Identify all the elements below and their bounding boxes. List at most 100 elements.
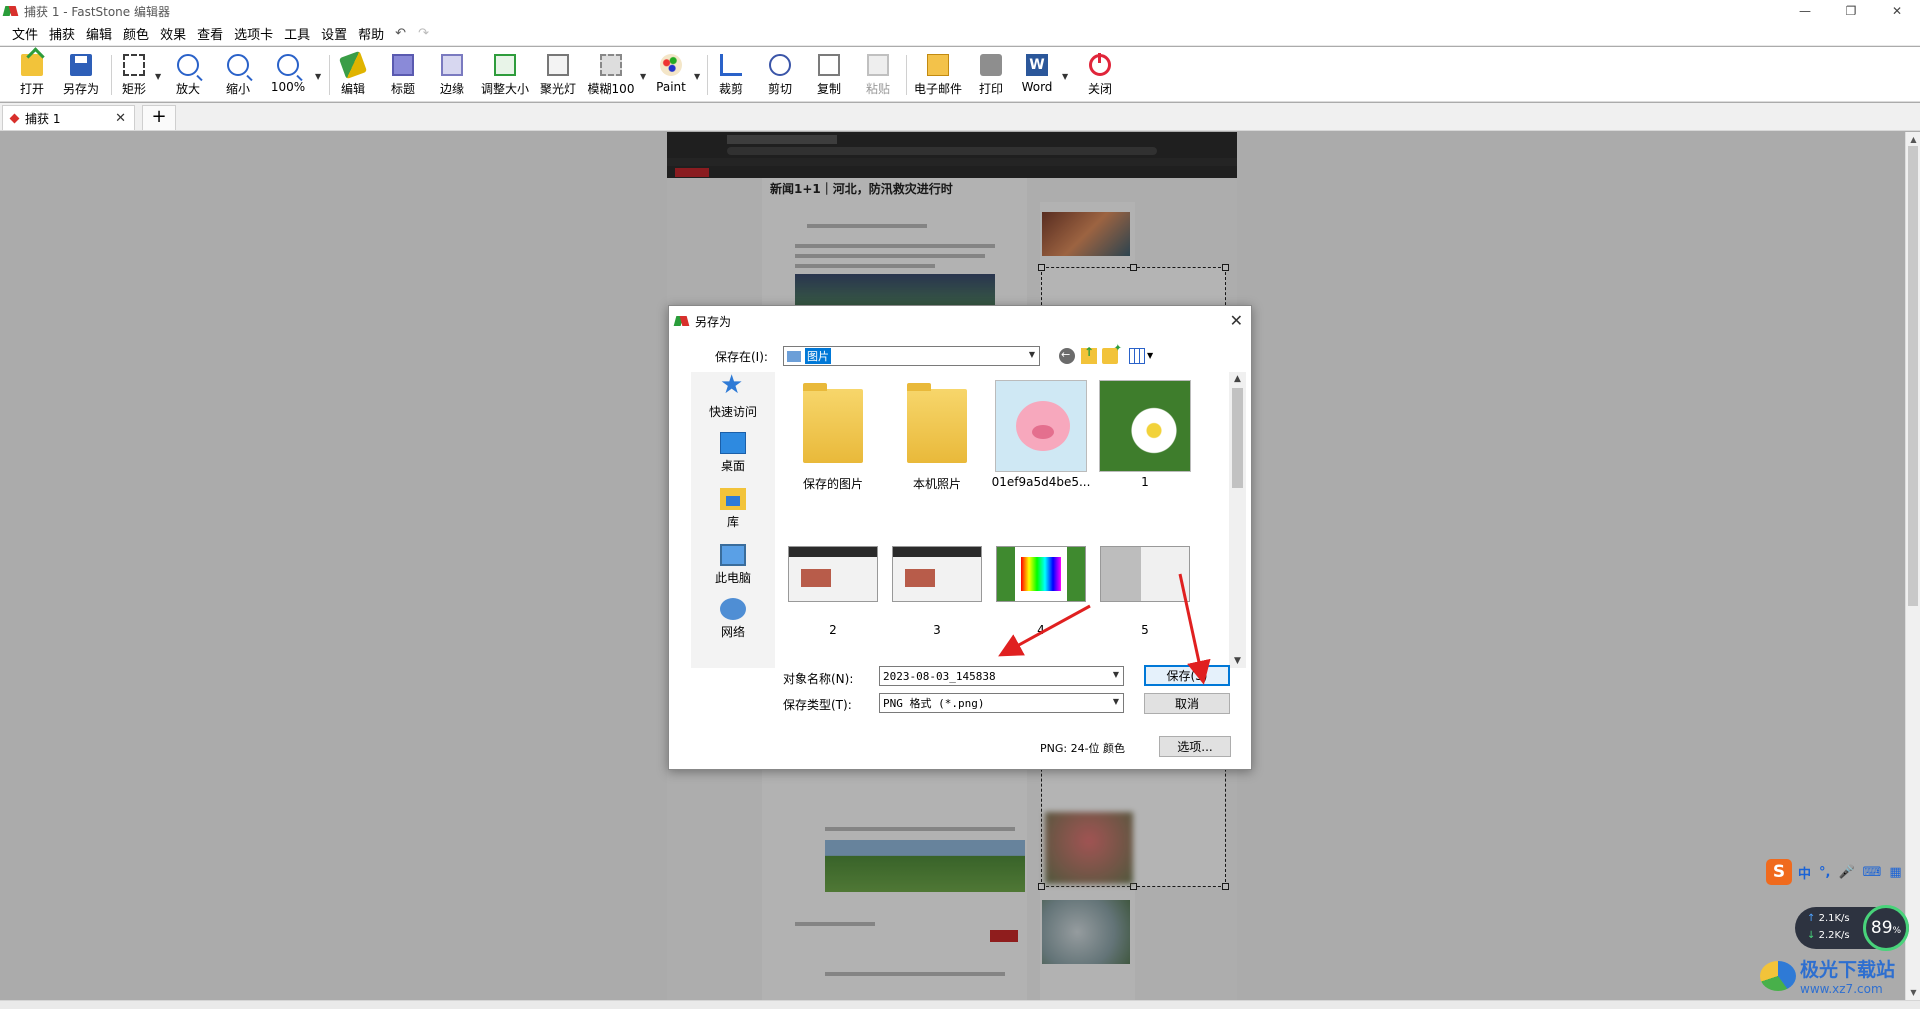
paint-dropdown-icon[interactable]: ▼	[694, 72, 700, 81]
place-quick-access[interactable]: 快速访问	[691, 370, 775, 420]
ime-mode-chinese[interactable]: 中	[1798, 863, 1811, 882]
ime-keyboard-icon[interactable]: ⌨	[1863, 865, 1882, 880]
caption-icon	[392, 54, 414, 76]
file-item[interactable]: 5	[1097, 528, 1193, 637]
place-libraries[interactable]: 库	[691, 488, 775, 530]
file-item[interactable]: 1	[1097, 380, 1193, 489]
open-button[interactable]: 打开	[6, 52, 58, 98]
view-menu-icon[interactable]	[1129, 348, 1145, 364]
scroll-down-icon[interactable]: ▼	[1906, 988, 1920, 997]
menu-file[interactable]: 文件	[12, 24, 38, 43]
edit-button[interactable]: 编辑	[327, 50, 379, 98]
redo-icon[interactable]: ↷	[418, 26, 429, 41]
file-list-scrollbar[interactable]: ▲ ▼	[1229, 372, 1246, 668]
word-button[interactable]: W Word	[1011, 52, 1063, 98]
close-tab-icon[interactable]: ✕	[115, 111, 126, 126]
undo-icon[interactable]: ↶	[395, 26, 406, 41]
paste-button[interactable]: 粘贴	[852, 52, 904, 98]
menu-settings[interactable]: 设置	[321, 24, 347, 43]
edge-button[interactable]: 边缘	[426, 52, 478, 98]
ime-punctuation-icon[interactable]: °,	[1819, 865, 1830, 880]
menu-effects[interactable]: 效果	[160, 24, 186, 43]
folder-icon	[803, 383, 863, 463]
chevron-down-icon: ▼	[1028, 350, 1035, 359]
upload-value: 2.1	[1818, 913, 1835, 924]
paint-button[interactable]: Paint	[645, 52, 697, 98]
file-item[interactable]: 01ef9a5d4be5...	[992, 380, 1090, 489]
back-icon[interactable]	[1059, 348, 1075, 364]
zoom-in-button[interactable]: 放大	[162, 52, 214, 98]
cancel-button[interactable]: 取消	[1144, 693, 1230, 714]
new-folder-icon[interactable]	[1102, 343, 1122, 364]
zoom-dropdown-icon[interactable]: ▼	[315, 72, 321, 81]
spotlight-button[interactable]: 聚光灯	[532, 52, 584, 98]
cut-button[interactable]: 剪切	[754, 52, 806, 98]
place-network[interactable]: 网络	[691, 598, 775, 640]
caption-button[interactable]: 标题	[377, 52, 429, 98]
options-button[interactable]: 选项...	[1159, 736, 1231, 757]
ime-menu-icon[interactable]: ▦	[1889, 865, 1901, 880]
menu-view[interactable]: 查看	[197, 24, 223, 43]
file-item[interactable]: 4	[993, 528, 1089, 637]
email-button[interactable]: 电子邮件	[912, 52, 964, 98]
rectangle-button[interactable]: 矩形	[108, 52, 160, 98]
pig-image-thumbnail	[995, 380, 1087, 472]
daisy-image-thumbnail	[1099, 380, 1191, 472]
menu-tabs[interactable]: 选项卡	[234, 24, 273, 43]
close-window-button[interactable]: ✕	[1874, 0, 1920, 22]
sogou-logo-icon: S	[1766, 859, 1792, 885]
save-as-button[interactable]: 另存为	[55, 52, 107, 98]
zoom-out-button[interactable]: 缩小	[212, 52, 264, 98]
scroll-thumb[interactable]	[1232, 388, 1243, 488]
power-icon	[1089, 53, 1111, 76]
network-speed-widget[interactable]: ↑ 2.1K/s ↓ 2.2K/s 89%	[1795, 905, 1909, 951]
minimize-button[interactable]: —	[1782, 0, 1828, 22]
rectangle-dropdown-icon[interactable]: ▼	[155, 72, 161, 81]
copy-button[interactable]: 复制	[803, 52, 855, 98]
save-in-combo[interactable]: 图片 ▼	[783, 346, 1040, 366]
tab-capture-1[interactable]: 捕获 1 ✕	[2, 105, 135, 130]
menu-help[interactable]: 帮助	[358, 24, 384, 43]
menu-edit[interactable]: 编辑	[86, 24, 112, 43]
crop-button[interactable]: 裁剪	[705, 52, 757, 98]
save-button[interactable]: 保存(S)	[1144, 665, 1230, 686]
file-thumb	[891, 528, 983, 620]
add-tab-button[interactable]: +	[142, 105, 176, 130]
scroll-up-icon[interactable]: ▲	[1229, 374, 1246, 384]
format-info: PNG: 24-位 颜色	[1040, 742, 1126, 755]
file-list: 保存的图片 本机照片 01ef9a5d4be5... 1 2 3 4 5	[781, 372, 1229, 668]
dialog-close-icon[interactable]: ✕	[1230, 311, 1243, 330]
menu-tools[interactable]: 工具	[284, 24, 310, 43]
upload-speed: ↑ 2.1K/s	[1807, 913, 1850, 924]
menu-capture[interactable]: 捕获	[49, 24, 75, 43]
file-item[interactable]: 2	[785, 528, 881, 637]
zoom-100-button[interactable]: 100%	[262, 52, 314, 98]
restore-button[interactable]: ❐	[1828, 0, 1874, 22]
view-dropdown-icon[interactable]: ▼	[1147, 351, 1153, 360]
place-desktop[interactable]: 桌面	[691, 432, 775, 474]
filename-input[interactable]: 2023-08-03_145838 ▼	[879, 666, 1124, 686]
ime-voice-icon[interactable]: 🎤	[1838, 865, 1854, 880]
place-this-pc[interactable]: 此电脑	[691, 544, 775, 586]
scroll-thumb[interactable]	[1908, 146, 1918, 606]
window-title: 捕获 1 - FastStone 编辑器	[24, 4, 170, 19]
chevron-down-icon[interactable]: ▼	[1113, 670, 1119, 679]
close-button[interactable]: 关闭	[1074, 52, 1126, 98]
file-item[interactable]: 3	[889, 528, 985, 637]
ime-toolbar[interactable]: S 中 °, 🎤 ⌨ ▦	[1766, 858, 1920, 886]
print-button[interactable]: 打印	[965, 52, 1017, 98]
menu-color[interactable]: 颜色	[123, 24, 149, 43]
up-folder-icon[interactable]	[1081, 345, 1097, 364]
word-dropdown-icon[interactable]: ▼	[1062, 72, 1068, 81]
file-item[interactable]: 本机照片	[889, 380, 985, 492]
site-watermark: 极光下载站 www.xz7.com	[1760, 955, 1895, 996]
faststone-app-icon	[675, 314, 689, 328]
resize-button[interactable]: 调整大小	[479, 52, 531, 98]
file-item[interactable]: 保存的图片	[785, 380, 881, 492]
filetype-select[interactable]: PNG 格式 (*.png) ▼	[879, 693, 1124, 713]
blur-button[interactable]: 模糊100	[585, 52, 637, 98]
scroll-up-icon[interactable]: ▲	[1906, 135, 1920, 144]
status-bar	[0, 1000, 1920, 1009]
scroll-down-icon[interactable]: ▼	[1229, 656, 1246, 666]
save-as-floppy-icon	[70, 54, 92, 76]
